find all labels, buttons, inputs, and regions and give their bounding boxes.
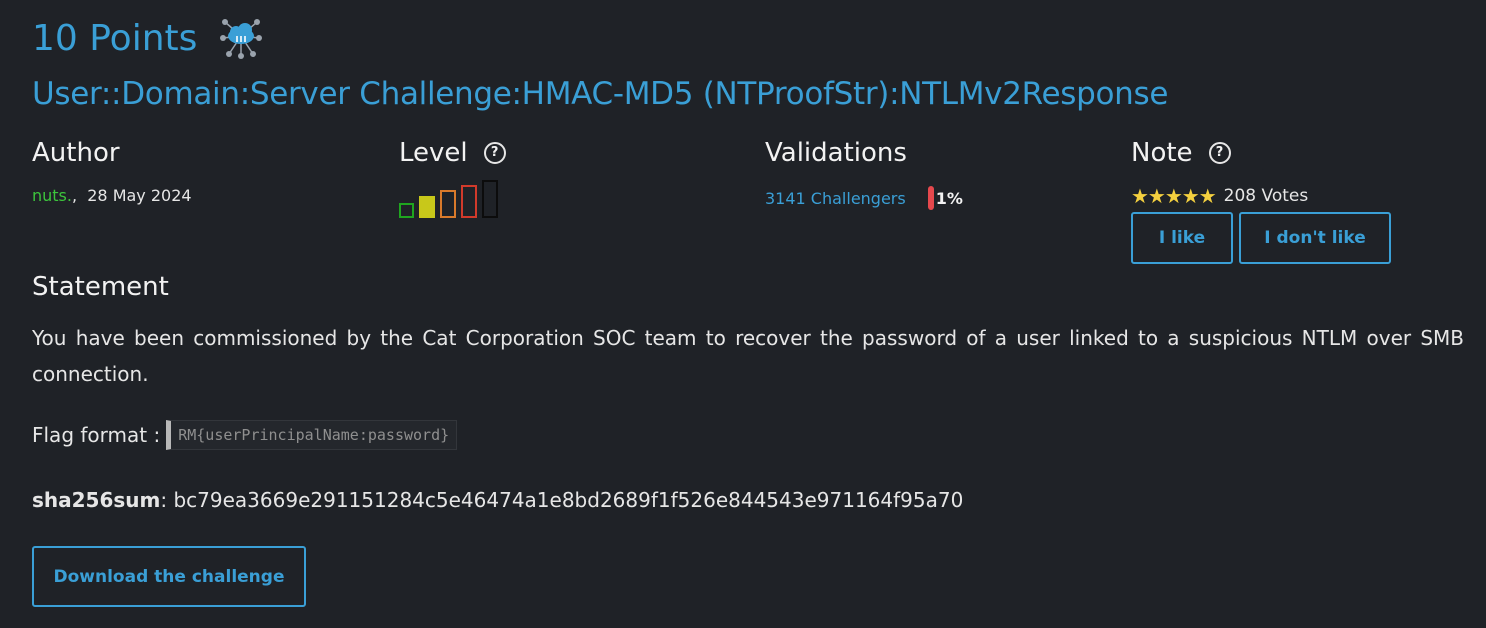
level-bar-2 <box>419 196 435 218</box>
author-section: Author nuts., 28 May 2024 <box>32 138 192 205</box>
author-heading: Author <box>32 138 120 168</box>
dislike-button[interactable]: I don't like <box>1239 212 1391 264</box>
note-section: Note ? ★★★★★ 208 Votes I like I don't li… <box>1131 138 1397 264</box>
points-value: 10 Points <box>32 17 198 59</box>
flag-format-code: RM{userPrincipalName:password} <box>166 420 458 450</box>
validations-line: 3141 Challengers 1% <box>765 186 963 210</box>
level-heading: Level ? <box>399 138 506 168</box>
challenge-title: User::Domain:Server Challenge:HMAC-MD5 (… <box>32 76 1169 112</box>
points-header: 10 Points <box>32 14 265 62</box>
level-bar-5 <box>482 180 498 218</box>
flag-format-label: Flag format : <box>32 423 161 447</box>
level-indicator <box>399 180 506 218</box>
success-rate: 1% <box>935 188 963 208</box>
note-heading: Note ? <box>1131 138 1397 168</box>
question-circle-icon[interactable]: ? <box>1208 142 1231 164</box>
question-circle-icon[interactable]: ? <box>483 142 506 164</box>
author-separator: , <box>71 186 78 205</box>
author-line: nuts., 28 May 2024 <box>32 186 192 205</box>
rating-line: ★★★★★ 208 Votes <box>1131 184 1397 208</box>
votes-count: 208 Votes <box>1223 186 1309 206</box>
sha256-label: sha256sum <box>32 488 161 512</box>
success-rate-bar <box>927 186 934 210</box>
vote-buttons: I like I don't like <box>1131 212 1397 264</box>
note-heading-label: Note <box>1131 138 1193 168</box>
publish-date: 28 May 2024 <box>87 186 192 205</box>
sha256-row: sha256sum: bc79ea3669e291151284c5e46474a… <box>32 488 963 512</box>
level-section: Level ? <box>399 138 506 218</box>
validations-heading: Validations <box>765 138 907 168</box>
level-bar-3 <box>440 190 456 218</box>
validations-section: Validations 3141 Challengers 1% <box>765 138 963 210</box>
level-bar-4 <box>461 185 477 218</box>
level-heading-label: Level <box>399 138 468 168</box>
flag-format-row: Flag format : RM{userPrincipalName:passw… <box>32 420 458 450</box>
network-cloud-icon <box>220 19 263 59</box>
author-link[interactable]: nuts. <box>32 186 72 205</box>
sha256-value: : bc79ea3669e291151284c5e46474a1e8bd2689… <box>160 488 964 512</box>
star-rating-icon: ★★★★★ <box>1131 184 1217 208</box>
challengers-link[interactable]: 3141 Challengers <box>765 189 906 208</box>
level-bar-1 <box>399 203 414 218</box>
like-button[interactable]: I like <box>1131 212 1233 264</box>
statement-text: You have been commissioned by the Cat Co… <box>32 326 1464 386</box>
statement-heading: Statement <box>32 272 169 302</box>
download-button[interactable]: Download the challenge <box>32 546 306 607</box>
